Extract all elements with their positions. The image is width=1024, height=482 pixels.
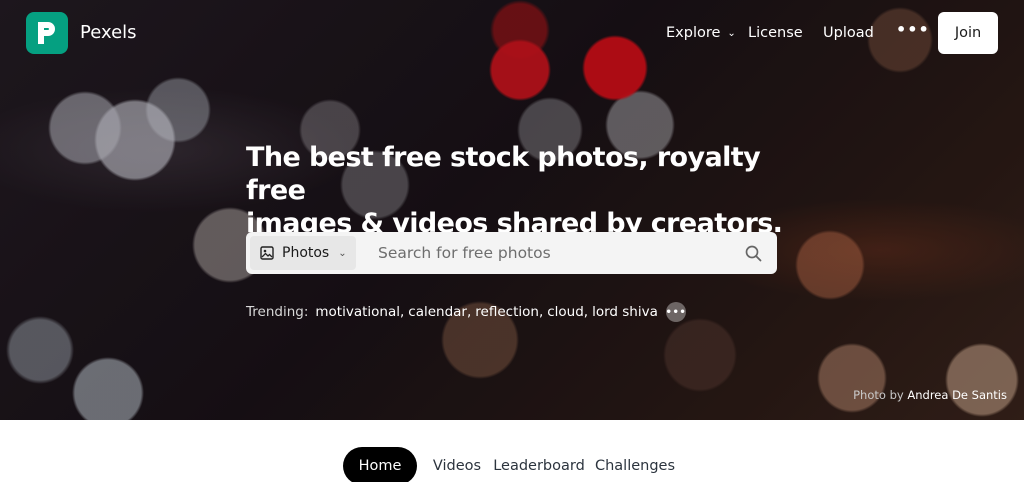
trending-searches: Trending: motivational, calendar, reflec… bbox=[246, 302, 687, 322]
top-nav: Pexels Explore ⌄ License Upload ••• Join bbox=[0, 0, 1024, 66]
tab-home[interactable]: Home bbox=[343, 447, 417, 482]
chevron-down-icon: ⌄ bbox=[727, 28, 736, 39]
search-type-dropdown[interactable]: Photos ⌄ bbox=[250, 236, 356, 270]
search-icon[interactable] bbox=[745, 245, 762, 262]
search-input[interactable] bbox=[378, 236, 728, 270]
brand-name[interactable]: Pexels bbox=[80, 22, 137, 43]
trending-item[interactable]: reflection bbox=[475, 304, 539, 320]
nav-explore-label: Explore bbox=[666, 25, 721, 41]
credit-author-link[interactable]: Andrea De Santis bbox=[907, 388, 1007, 402]
trending-item[interactable]: cloud bbox=[547, 304, 584, 320]
section-tabs: Home Videos Leaderboard Challenges bbox=[0, 447, 1024, 482]
hero-banner: Pexels Explore ⌄ License Upload ••• Join … bbox=[0, 0, 1024, 420]
trending-item[interactable]: motivational bbox=[315, 304, 400, 320]
photo-credit: Photo by Andrea De Santis bbox=[853, 388, 1007, 402]
search-bar: Photos ⌄ bbox=[246, 232, 777, 274]
trending-item[interactable]: lord shiva bbox=[592, 304, 658, 320]
headline-line-1: The best free stock photos, royalty free bbox=[246, 142, 761, 206]
more-trending-icon[interactable]: ••• bbox=[666, 302, 686, 322]
join-button[interactable]: Join bbox=[938, 12, 998, 54]
tab-challenges[interactable]: Challenges bbox=[595, 447, 675, 482]
trending-label: Trending: bbox=[246, 304, 309, 320]
search-type-label: Photos bbox=[282, 245, 330, 261]
tab-videos[interactable]: Videos bbox=[430, 447, 484, 482]
more-menu-icon[interactable]: ••• bbox=[896, 20, 930, 39]
credit-prefix: Photo by bbox=[853, 388, 904, 402]
pexels-logo-icon[interactable] bbox=[26, 12, 68, 54]
hero-headline: The best free stock photos, royalty free… bbox=[246, 141, 786, 240]
nav-license[interactable]: License bbox=[748, 25, 803, 41]
image-icon bbox=[260, 246, 274, 260]
nav-upload[interactable]: Upload bbox=[823, 25, 874, 41]
nav-explore[interactable]: Explore ⌄ bbox=[666, 25, 736, 41]
tab-leaderboard[interactable]: Leaderboard bbox=[493, 447, 585, 482]
chevron-down-icon: ⌄ bbox=[338, 247, 347, 259]
trending-item[interactable]: calendar bbox=[408, 304, 467, 320]
